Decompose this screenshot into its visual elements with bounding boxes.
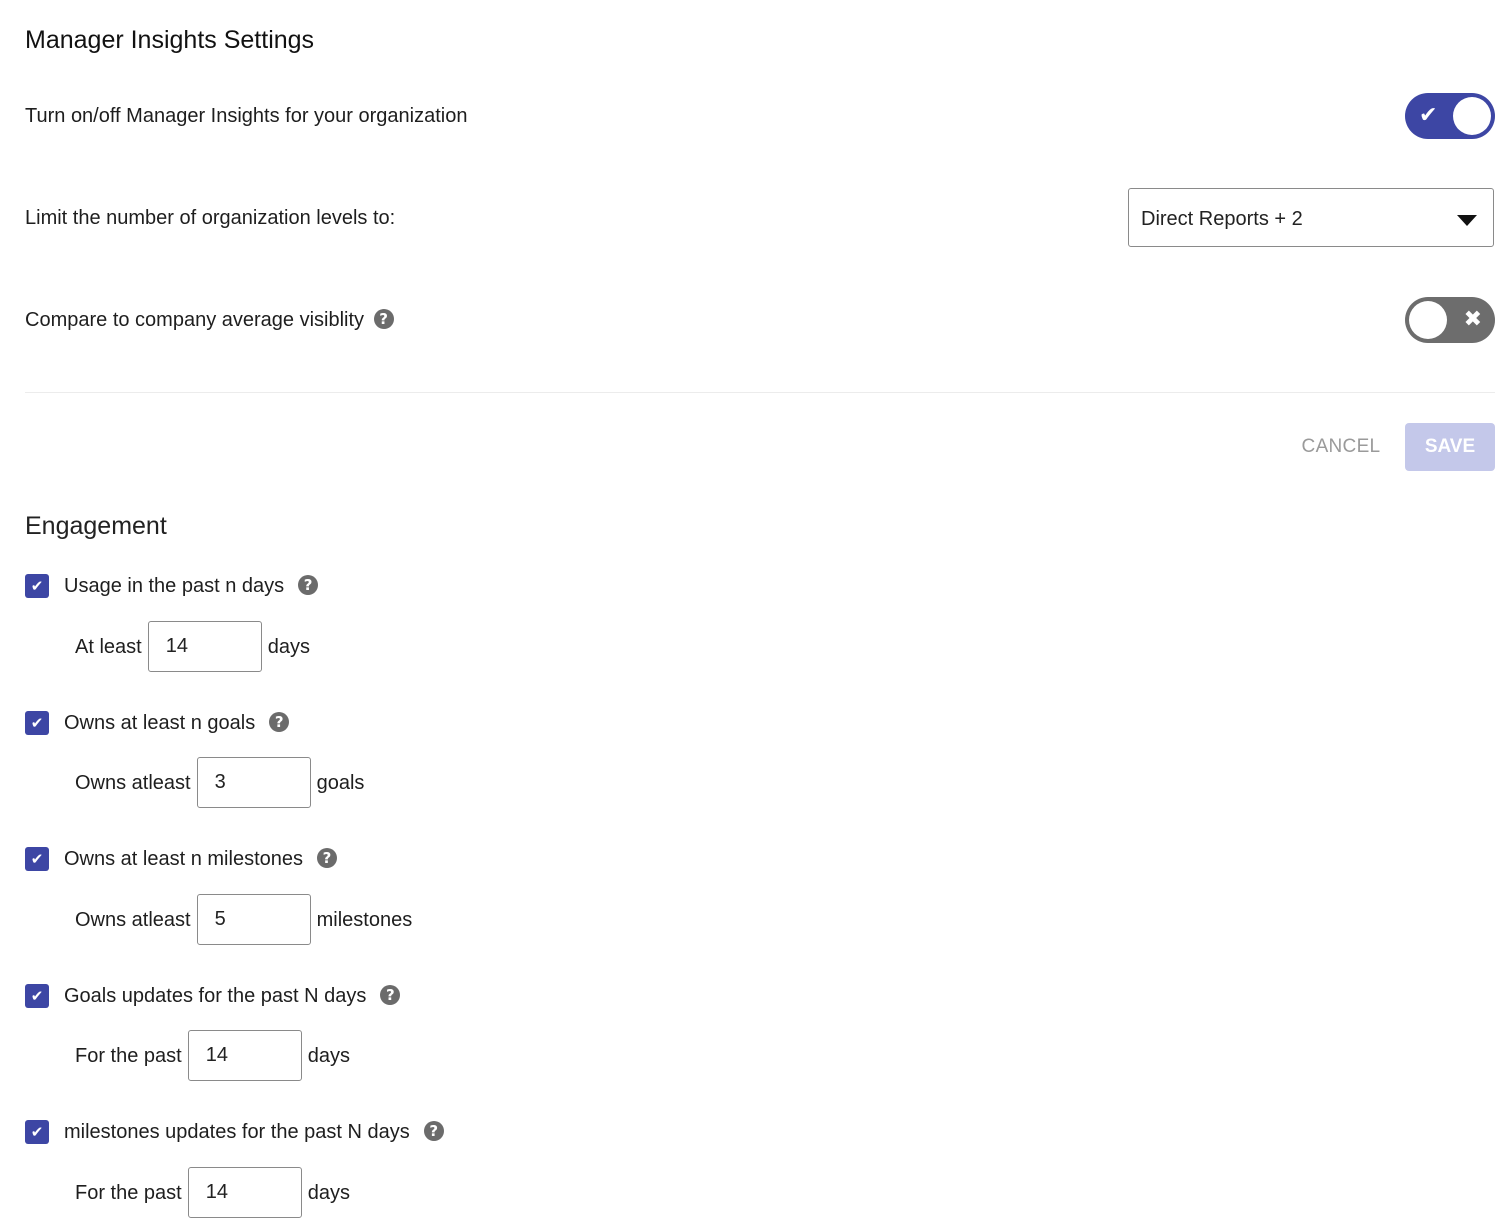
- criterion-lead-text: At least: [75, 635, 142, 658]
- engagement-section-title: Engagement: [25, 512, 167, 540]
- criterion-lead-text: Owns atleast: [75, 771, 191, 794]
- org-levels-selected-value: Direct Reports + 2: [1141, 208, 1303, 230]
- owns-milestones-row: Owns atleast milestones: [75, 894, 412, 945]
- help-icon[interactable]: ?: [423, 1121, 444, 1142]
- help-icon[interactable]: ?: [317, 848, 337, 869]
- toggle-knob: [1453, 97, 1491, 135]
- usage-days-input[interactable]: [147, 621, 262, 672]
- compare-company-average-label: Compare to company average visiblity ?: [25, 307, 394, 333]
- usage-checkbox[interactable]: ✔: [25, 574, 49, 598]
- help-icon[interactable]: ?: [373, 309, 394, 330]
- criterion-label: Owns at least n milestones?: [64, 846, 337, 872]
- criterion-unit-text: goals: [316, 771, 365, 794]
- org-levels-label: Limit the number of organization levels …: [25, 207, 396, 229]
- goals-updates-row: For the past days: [75, 1030, 350, 1081]
- criterion-unit-text: days: [267, 635, 310, 658]
- milestones-updates-days-input[interactable]: [187, 1167, 302, 1218]
- milestones-updates-checkbox[interactable]: ✔: [25, 1120, 49, 1144]
- toggle-knob: [1409, 301, 1447, 339]
- criterion-label-text: Usage in the past n days: [64, 575, 285, 597]
- owns-milestones-checkbox[interactable]: ✔: [25, 847, 49, 871]
- criterion-label: milestones updates for the past N days?: [64, 1119, 444, 1145]
- criterion-lead-text: For the past: [75, 1044, 182, 1067]
- criterion-lead-text: Owns atleast: [75, 908, 191, 931]
- criterion-label-text: Owns at least n milestones: [64, 848, 303, 870]
- owns-goals-input[interactable]: [196, 757, 311, 808]
- cancel-button[interactable]: CANCEL: [1292, 428, 1390, 466]
- org-levels-select[interactable]: Direct Reports + 2: [1128, 188, 1494, 247]
- criterion-unit-text: days: [307, 1181, 350, 1204]
- help-icon[interactable]: ?: [298, 575, 319, 596]
- criterion-lead-text: For the past: [75, 1181, 182, 1204]
- compare-company-average-toggle[interactable]: ✖: [1405, 297, 1495, 343]
- owns-goals-row: Owns atleast goals: [75, 757, 364, 808]
- criterion-label: Owns at least n goals?: [64, 710, 290, 736]
- owns-goals-checkbox[interactable]: ✔: [25, 711, 49, 735]
- goals-updates-checkbox[interactable]: ✔: [25, 984, 49, 1008]
- close-icon: ✖: [1463, 307, 1482, 332]
- compare-company-average-text: Compare to company average visiblity: [25, 309, 365, 331]
- help-icon[interactable]: ?: [380, 985, 401, 1006]
- caret-down-icon: [1457, 215, 1477, 226]
- enable-manager-insights-toggle[interactable]: ✔: [1405, 93, 1495, 139]
- goals-updates-days-input[interactable]: [187, 1030, 302, 1081]
- save-button[interactable]: SAVE: [1405, 423, 1495, 471]
- owns-milestones-input[interactable]: [196, 894, 311, 945]
- criterion-label-text: milestones updates for the past N days: [64, 1121, 410, 1143]
- section-divider: [25, 392, 1495, 393]
- criterion-label-text: Owns at least n goals: [64, 712, 256, 734]
- criterion-label-text: Goals updates for the past N days: [64, 985, 367, 1007]
- check-icon: ✔: [1419, 103, 1438, 128]
- criterion-label: Goals updates for the past N days?: [64, 983, 401, 1009]
- milestones-updates-row: For the past days: [75, 1167, 350, 1218]
- enable-manager-insights-label: Turn on/off Manager Insights for your or…: [25, 105, 468, 127]
- criterion-unit-text: days: [307, 1044, 350, 1067]
- page-title: Manager Insights Settings: [25, 26, 315, 54]
- help-icon[interactable]: ?: [269, 712, 290, 733]
- criterion-unit-text: milestones: [316, 908, 413, 931]
- criterion-label: Usage in the past n days?: [64, 573, 319, 599]
- usage-days-row: At least days: [75, 621, 310, 672]
